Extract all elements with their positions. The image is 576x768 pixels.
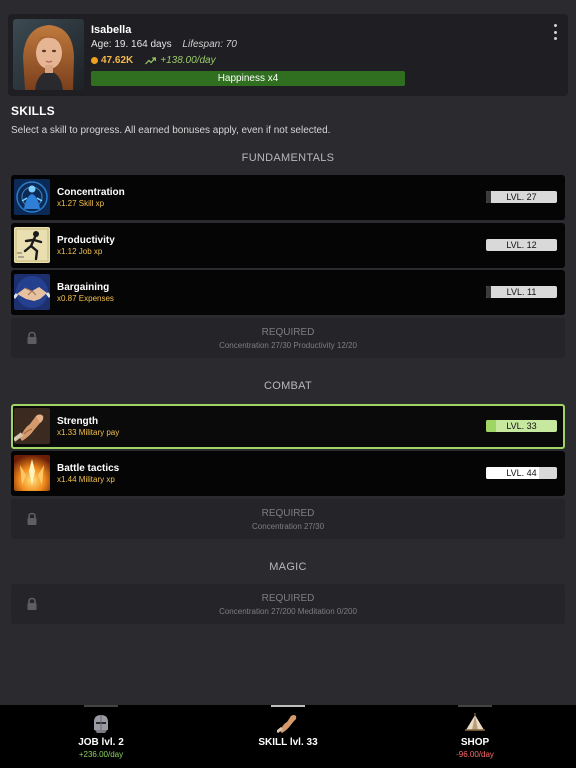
character-age: Age: 19. 164 days <box>91 39 172 50</box>
category-magic: MAGIC <box>269 561 307 573</box>
skill-level-bar: LVL. 27 <box>486 191 557 203</box>
locked-requirement: Concentration 27/200 Meditation 0/200 <box>219 607 357 616</box>
nav-expense: -96.00/day <box>456 750 494 759</box>
skill-name: Battle tactics <box>57 463 120 474</box>
skill-level: LVL. 11 <box>506 287 537 297</box>
knight-helmet-icon <box>94 715 108 733</box>
battle-tactics-icon <box>14 455 50 491</box>
skill-bonus: x0.87 Expenses <box>57 294 114 303</box>
trending-up-icon <box>145 56 157 64</box>
happiness-bar: Happiness x4 <box>91 71 405 86</box>
productivity-icon <box>14 227 50 263</box>
locked-title: REQUIRED <box>261 508 315 519</box>
skill-level: LVL. 27 <box>506 192 537 202</box>
skill-bonus: x1.44 Military xp <box>57 475 115 484</box>
strength-icon <box>277 715 297 734</box>
locked-skill-combat: REQUIRED Concentration 27/30 <box>11 499 565 539</box>
nav-shop[interactable]: SHOP -96.00/day <box>379 705 571 768</box>
coin-icon <box>91 57 98 64</box>
nav-label: JOB lvl. 2 <box>78 737 124 748</box>
money-row: 47.62K +138.00/day <box>91 55 216 66</box>
nav-skill[interactable]: SKILL lvl. 33 <box>192 705 384 768</box>
locked-title: REQUIRED <box>261 593 315 604</box>
skill-card-concentration[interactable]: Concentration x1.27 Skill xp LVL. 27 <box>11 175 565 220</box>
nav-job[interactable]: JOB lvl. 2 +236.00/day <box>5 705 197 768</box>
skill-card-bargaining[interactable]: Bargaining x0.87 Expenses LVL. 11 <box>11 270 565 315</box>
skill-card-productivity[interactable]: Productivity x1.12 Job xp LVL. 12 <box>11 223 565 268</box>
skill-level: LVL. 12 <box>506 240 537 250</box>
character-age-line: Age: 19. 164 days Lifespan: 70 <box>91 39 237 50</box>
skill-level-bar: LVL. 11 <box>486 286 557 298</box>
skills-title: SKILLS <box>11 104 55 118</box>
skill-name: Strength <box>57 416 99 427</box>
skill-bonus: x1.12 Job xp <box>57 247 103 256</box>
skill-bonus: x1.27 Skill xp <box>57 199 105 208</box>
income-text: +138.00/day <box>160 55 216 66</box>
tent-icon <box>465 713 485 731</box>
skill-name: Concentration <box>57 187 125 198</box>
nav-label: SKILL lvl. 33 <box>258 737 318 748</box>
concentration-icon <box>14 179 50 215</box>
character-avatar[interactable] <box>13 19 84 90</box>
money-amount: 47.62K <box>101 55 134 66</box>
locked-requirement: Concentration 27/30 Productivity 12/20 <box>219 341 357 350</box>
skill-level-bar: LVL. 44 <box>486 467 557 479</box>
locked-skill-fundamentals: REQUIRED Concentration 27/30 Productivit… <box>11 318 565 358</box>
bottom-nav: JOB lvl. 2 +236.00/day SKILL lvl. 33 SHO… <box>0 705 576 768</box>
skill-level: LVL. 33 <box>506 421 537 431</box>
category-combat: COMBAT <box>263 380 313 392</box>
skill-bonus: x1.33 Military pay <box>57 428 120 437</box>
character-card: Isabella Age: 19. 164 days Lifespan: 70 … <box>8 14 568 96</box>
locked-skill-magic: REQUIRED Concentration 27/200 Meditation… <box>11 584 565 624</box>
category-fundamentals: FUNDAMENTALS <box>241 152 335 164</box>
nav-label: SHOP <box>460 737 490 748</box>
skill-level: LVL. 44 <box>506 468 537 478</box>
more-options-icon[interactable] <box>552 24 558 40</box>
skill-level-bar: LVL. 33 <box>486 420 557 432</box>
income-rate: +138.00/day <box>145 55 216 66</box>
skill-name: Productivity <box>57 235 115 246</box>
skill-card-battle-tactics[interactable]: Battle tactics x1.44 Military xp LVL. 44 <box>11 451 565 496</box>
skill-level-bar: LVL. 12 <box>486 239 557 251</box>
locked-requirement: Concentration 27/30 <box>251 522 325 531</box>
character-lifespan: Lifespan: 70 <box>182 39 237 50</box>
skill-name: Bargaining <box>57 282 110 293</box>
strength-icon <box>14 408 50 444</box>
nav-income: +236.00/day <box>78 750 124 759</box>
character-name: Isabella <box>91 24 132 36</box>
skills-description: Select a skill to progress. All earned b… <box>11 125 331 136</box>
bargaining-icon <box>14 274 50 310</box>
skill-card-strength[interactable]: Strength x1.33 Military pay LVL. 33 <box>11 404 565 449</box>
locked-title: REQUIRED <box>261 327 315 338</box>
